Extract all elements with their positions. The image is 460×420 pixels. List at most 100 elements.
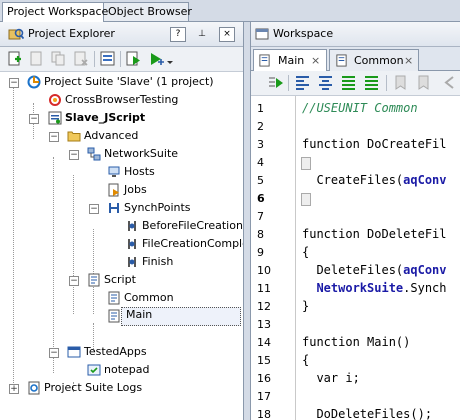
project-explorer-toolbar [0,47,243,72]
unit-icon [108,291,120,305]
pin-button[interactable]: ⊥ [194,27,210,42]
unit-icon [108,309,120,323]
tree-item-label: Finish [142,255,174,268]
help-button[interactable]: ? [170,27,186,42]
line-number: 4 [257,156,264,169]
uncomment-block-icon[interactable] [363,74,380,91]
run-test-icon[interactable] [125,50,142,67]
line-number: 13 [257,318,271,331]
run-project-icon[interactable] [148,50,165,67]
cross-browser-icon [49,94,61,106]
editor-toolbar [251,71,460,96]
line-number-gutter: 1 2 3 4 5 6 7 8 9 10 11 12 13 14 15 16 1… [251,96,296,420]
copy-item-icon[interactable] [50,50,67,67]
tree-item-label: Common [124,291,174,304]
tab-main[interactable]: Main × [253,49,327,72]
app-icon [87,364,101,376]
code-text: DeleteFiles( [302,263,404,277]
expand-toggle[interactable]: − [49,348,59,358]
line-number: 18 [257,408,271,420]
tree-item-main[interactable]: Main [107,307,241,326]
tree-item-label: Project Suite Logs [44,381,143,394]
code-line: { [302,353,310,367]
expand-toggle[interactable]: − [69,150,79,160]
line-number: 2 [257,120,264,133]
tree-item-label: CrossBrowserTesting [65,93,179,106]
project-icon [48,111,62,125]
fold-marker[interactable] [301,157,311,170]
code-line: var i; [302,371,360,385]
add-existing-item-icon[interactable] [28,50,45,67]
tree-item-label: BeforeFileCreation [142,219,243,232]
object-text: aqConv [403,173,447,187]
expand-toggle[interactable]: − [9,78,19,88]
code-line: CreateFiles(aqConv [302,173,447,187]
workspace-tab-strip: Project Workspace Object Browser [0,0,460,22]
code-editor[interactable]: 1 2 3 4 5 6 7 8 9 10 11 12 13 14 15 16 1… [251,96,460,420]
line-number: 16 [257,372,271,385]
expand-toggle[interactable]: − [29,114,39,124]
project-suite-icon [27,75,41,89]
project-explorer-panel: Project Explorer ? ⊥ × − Project Suite '… [0,22,244,420]
tree-item-label: TestedApps [84,345,147,358]
tree-item-label: notepad [104,363,150,376]
tree-item-label: Project Suite 'Slave' (1 project) [44,75,214,88]
tree-item-label: NetworkSuite [104,147,179,160]
hosts-icon [108,166,120,177]
expand-toggle[interactable]: − [69,276,79,286]
script-folder-icon [88,273,100,287]
line-number: 9 [257,246,264,259]
remove-item-icon[interactable] [72,50,89,67]
comment-block-icon[interactable] [340,74,357,91]
line-number: 12 [257,300,271,313]
code-line: { [302,245,310,259]
project-explorer-header: Project Explorer ? ⊥ × [0,22,243,47]
bookmark-icon[interactable] [392,74,409,91]
logs-icon [28,381,40,395]
project-tree: − Project Suite 'Slave' (1 project) Cros… [0,72,243,420]
expand-toggle[interactable]: + [9,384,19,394]
object-text: aqConv [403,263,447,277]
next-bookmark-icon[interactable] [415,74,432,91]
expand-toggle[interactable]: − [89,204,99,214]
tree-item-label: FileCreationCompleted [142,237,243,250]
network-suite-icon [87,147,101,161]
synchpoint-icon [128,221,136,231]
code-line: DeleteFiles(aqConv [302,263,447,277]
editor-tab-strip: Main × Common × [251,47,460,72]
tree-item-label: Main [126,308,153,321]
tab-object-browser[interactable]: Object Browser [103,2,192,21]
synchpoints-icon [109,203,119,213]
tab-project-workspace[interactable]: Project Workspace [2,2,108,22]
code-text: CreateFiles( [302,173,404,187]
close-tab-icon[interactable]: × [311,50,320,71]
code-line: NetworkSuite.Synch [302,281,446,295]
properties-icon[interactable] [99,50,116,67]
line-number: 15 [257,354,271,367]
line-number: 14 [257,336,271,349]
folder-icon [67,131,81,142]
synchpoint-icon [128,257,136,267]
align-left-icon[interactable] [294,74,311,91]
object-text: NetworkSuite [316,281,404,295]
code-line: //USEUNIT Common [302,101,418,115]
tree-item-label: SynchPoints [124,201,191,214]
workspace-panel: Workspace Main × Common × 1 2 3 4 5 6 7 … [250,22,460,420]
run-routine-icon[interactable] [267,74,284,91]
tree-item-label: Jobs [124,183,147,196]
close-tab-icon[interactable]: × [404,50,413,71]
add-item-icon[interactable] [6,50,23,67]
unit-icon [259,54,270,67]
fold-marker[interactable] [301,193,311,206]
line-number: 10 [257,264,271,277]
align-center-icon[interactable] [317,74,334,91]
navigate-back-icon[interactable] [441,74,458,91]
unit-icon [336,54,347,67]
tree-item-label: Advanced [84,129,139,142]
expand-toggle[interactable]: − [49,132,59,142]
synchpoint-icon [128,239,136,249]
chevron-down-icon[interactable] [166,50,174,67]
tab-common[interactable]: Common × [329,49,419,71]
tree-item-label: Slave_JScript [65,111,146,124]
close-button[interactable]: × [219,27,235,42]
